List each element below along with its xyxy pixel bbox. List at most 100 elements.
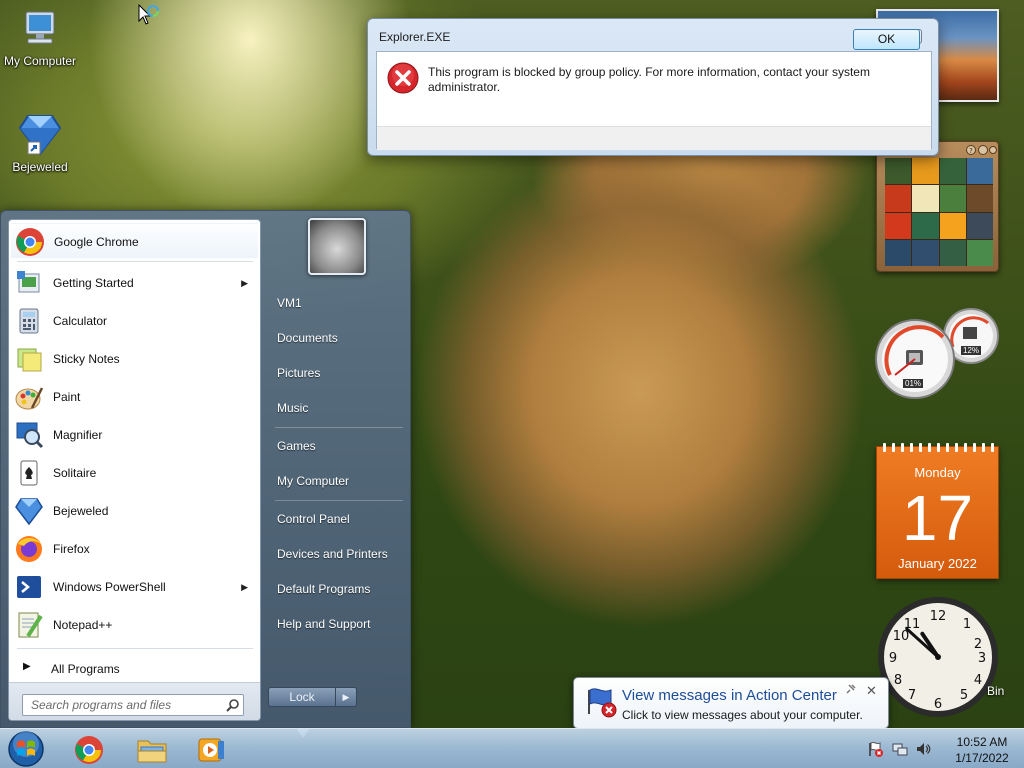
cpu-percent: 01% — [903, 379, 924, 388]
desktop-icon-bejeweled[interactable]: Bejeweled — [0, 110, 80, 174]
puzzle-tile[interactable] — [912, 185, 939, 212]
action-center-notification[interactable]: View messages in Action Center Click to … — [573, 677, 889, 729]
search-input[interactable]: Search programs and files — [22, 694, 244, 716]
taskbar-explorer-button[interactable] — [122, 731, 178, 767]
recycle-bin-label[interactable]: Bin — [987, 684, 1004, 698]
puzzle-tile[interactable] — [885, 158, 912, 185]
user-picture-avatar[interactable] — [308, 218, 366, 275]
notification-close-button[interactable]: ✕ — [866, 683, 877, 699]
explorer-icon — [137, 740, 167, 763]
start-item-label: Google Chrome — [54, 235, 139, 249]
puzzle-tile[interactable] — [939, 239, 966, 266]
puzzle-tile[interactable] — [966, 158, 993, 185]
taskbar: 10:52 AM 1/17/2022 — [0, 728, 1024, 768]
start-menu-separator — [17, 648, 253, 649]
taskbar-clock[interactable]: 10:52 AM 1/17/2022 — [942, 734, 1022, 766]
svg-text:5: 5 — [960, 688, 968, 703]
places-separator — [275, 427, 403, 428]
paint-icon — [15, 387, 44, 410]
svg-text:8: 8 — [894, 673, 902, 688]
all-programs-arrow-icon: ▶ — [23, 661, 31, 672]
notification-text: Click to view messages about your comput… — [622, 708, 863, 722]
shutdown-options-button[interactable]: ▶ — [335, 687, 357, 707]
notification-title[interactable]: View messages in Action Center — [622, 687, 837, 704]
svg-text:9: 9 — [889, 651, 897, 666]
start-item-solitaire[interactable]: Solitaire — [11, 455, 258, 491]
puzzle-tile[interactable] — [885, 212, 912, 239]
taskbar-chrome-button[interactable] — [60, 731, 116, 767]
start-link-documents[interactable]: Documents — [277, 331, 338, 345]
start-link-help-and-support[interactable]: Help and Support — [277, 617, 370, 631]
chrome-icon — [75, 736, 103, 764]
start-link-devices-and-printers[interactable]: Devices and Printers — [277, 547, 388, 561]
puzzle-tile[interactable] — [885, 239, 912, 266]
start-item-getting-started[interactable]: Getting Started ▶ — [11, 265, 258, 301]
picture-puzzle-gadget[interactable]: ? — [876, 141, 999, 272]
system-tray: 10:52 AM 1/17/2022 — [862, 729, 1024, 768]
start-link-user-folder[interactable]: VM1 — [277, 296, 302, 310]
busy-cursor-icon — [138, 4, 159, 25]
pin-icon[interactable] — [846, 684, 856, 694]
search-icon[interactable] — [226, 698, 240, 712]
clock-gadget[interactable]: 1212 345 678 91011 — [874, 596, 1002, 718]
svg-text:12: 12 — [930, 609, 947, 624]
error-dialog: Explorer.EXE ✕ This program is blocked b… — [367, 18, 939, 156]
bejeweled-icon — [18, 115, 62, 156]
puzzle-grid — [885, 158, 993, 266]
lock-button[interactable]: Lock — [268, 687, 336, 707]
taskbar-media-player-button[interactable] — [182, 731, 238, 767]
start-orb-button[interactable] — [5, 729, 47, 768]
desktop-icon-label: Bejeweled — [12, 160, 68, 174]
start-item-notepad-plus-plus[interactable]: Notepad++ — [11, 607, 258, 643]
start-item-calculator[interactable]: Calculator — [11, 303, 258, 339]
start-item-label: Notepad++ — [53, 618, 113, 632]
start-link-control-panel[interactable]: Control Panel — [277, 512, 350, 526]
start-item-firefox[interactable]: Firefox — [11, 531, 258, 567]
puzzle-tile[interactable] — [885, 185, 912, 212]
start-item-magnifier[interactable]: Magnifier — [11, 417, 258, 453]
magnifier-icon — [16, 422, 44, 449]
start-item-windows-powershell[interactable]: Windows PowerShell ▶ — [11, 569, 258, 605]
places-separator — [275, 500, 403, 501]
puzzle-tile[interactable] — [966, 239, 993, 266]
svg-text:6: 6 — [934, 697, 942, 712]
action-center-icon[interactable] — [868, 741, 884, 757]
start-item-label: Bejeweled — [53, 504, 109, 518]
start-link-music[interactable]: Music — [277, 401, 308, 415]
calendar-month-year: January 2022 — [898, 556, 977, 571]
puzzle-tile[interactable] — [966, 212, 993, 239]
start-link-my-computer[interactable]: My Computer — [277, 474, 349, 488]
start-item-label: Windows PowerShell — [53, 580, 166, 594]
ok-button[interactable]: OK — [853, 29, 920, 50]
puzzle-tile[interactable] — [912, 158, 939, 185]
puzzle-tile[interactable] — [966, 185, 993, 212]
getting-started-icon — [17, 271, 40, 293]
start-item-label: Firefox — [53, 542, 90, 556]
start-item-sticky-notes[interactable]: Sticky Notes — [11, 341, 258, 377]
powershell-icon — [17, 576, 41, 598]
puzzle-tile[interactable] — [912, 212, 939, 239]
start-link-pictures[interactable]: Pictures — [277, 366, 320, 380]
sticky-notes-icon — [17, 348, 42, 372]
search-placeholder: Search programs and files — [31, 698, 172, 712]
network-icon[interactable] — [892, 741, 908, 757]
start-item-paint[interactable]: Paint — [11, 379, 258, 415]
cpu-meter-gadget[interactable] — [873, 303, 1001, 399]
all-programs-button[interactable]: ▶ All Programs — [11, 654, 258, 682]
desktop-icon-my-computer[interactable]: My Computer — [0, 8, 80, 68]
puzzle-tile[interactable] — [912, 239, 939, 266]
start-item-bejeweled[interactable]: Bejeweled — [11, 493, 258, 529]
start-item-label: Getting Started — [53, 276, 134, 290]
volume-icon[interactable] — [915, 741, 931, 757]
calendar-day-name: Monday — [914, 465, 961, 480]
calendar-gadget[interactable]: Monday 17 January 2022 — [876, 443, 999, 579]
action-center-flag-icon — [588, 688, 617, 718]
svg-text:7: 7 — [908, 688, 916, 703]
puzzle-tile[interactable] — [939, 185, 966, 212]
bejeweled-icon — [15, 498, 43, 526]
puzzle-tile[interactable] — [939, 212, 966, 239]
start-link-games[interactable]: Games — [277, 439, 316, 453]
start-item-google-chrome[interactable]: Google Chrome — [11, 223, 258, 259]
start-link-default-programs[interactable]: Default Programs — [277, 582, 370, 596]
puzzle-tile[interactable] — [939, 158, 966, 185]
